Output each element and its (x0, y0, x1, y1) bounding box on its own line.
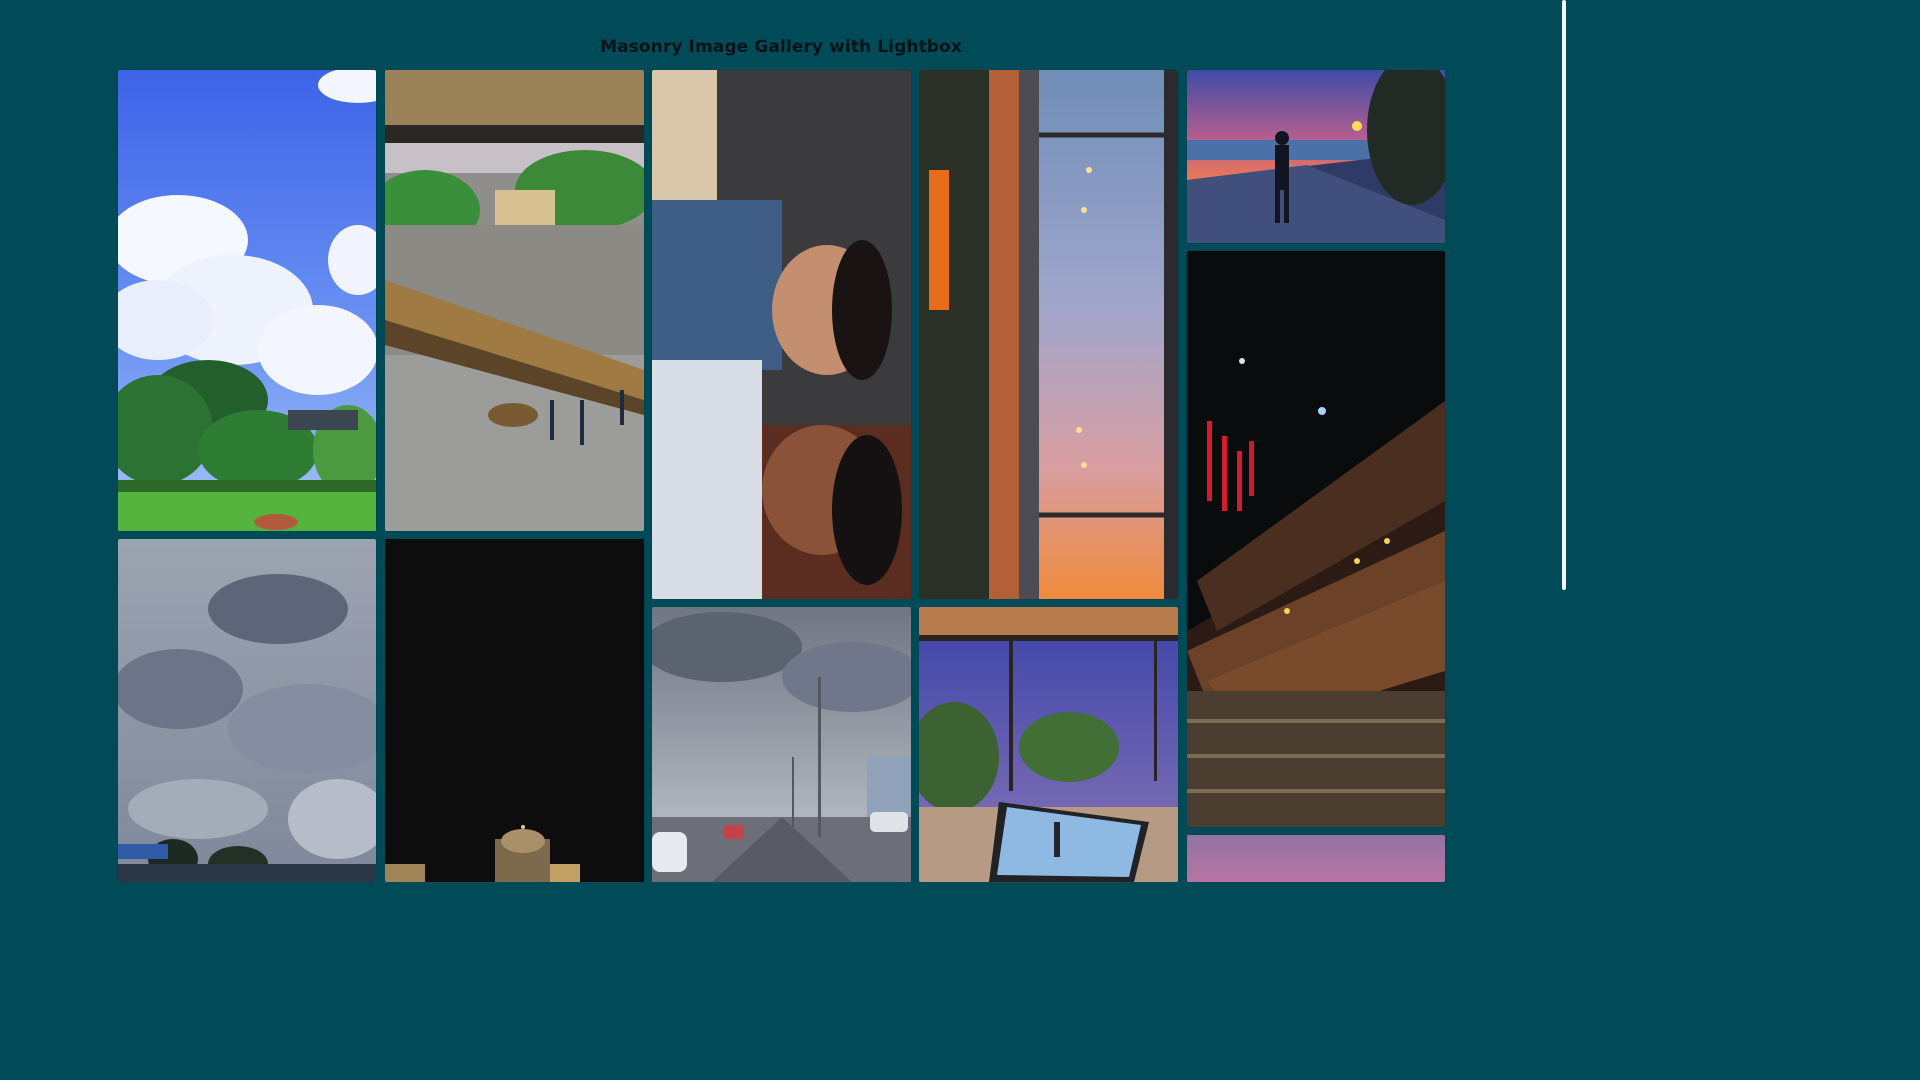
page-title: Masonry Image Gallery with Lightbox (600, 37, 962, 58)
gallery-page: Masonry Image Gallery with Lightbox (0, 0, 1568, 882)
photo-cinema-recliners-icon (1187, 251, 1445, 827)
photo-rooftop-laptop-evening-icon (919, 607, 1178, 882)
scrollbar-thumb[interactable] (1562, 0, 1566, 590)
gallery-photo-purple-sky-partial[interactable] (1187, 835, 1445, 882)
photo-highway-cloudy-icon (652, 607, 911, 882)
gallery-photo-sky-trees[interactable] (118, 70, 376, 531)
gallery-photo-selfie-two-people[interactable] (652, 70, 911, 599)
gallery-photo-cloudy-sky-crowd[interactable] (118, 539, 376, 882)
gallery-photo-highway-cloudy[interactable] (652, 607, 911, 882)
photo-sky-trees-icon (118, 70, 376, 531)
photo-selfie-two-people-icon (652, 70, 911, 599)
photo-silhouette-sunset-walk-icon (1187, 70, 1445, 243)
gallery-photo-rooftop-laptop-evening[interactable] (919, 607, 1178, 882)
photo-night-dome-building-icon (385, 539, 644, 882)
photo-purple-sky-partial-icon (1187, 835, 1445, 882)
gallery-photo-silhouette-sunset-walk[interactable] (1187, 70, 1445, 243)
gallery-photo-airplane-courtyard[interactable] (385, 70, 644, 531)
photo-cloudy-sky-crowd-icon (118, 539, 376, 882)
gallery-photo-sunset-lights-rotated[interactable] (919, 70, 1178, 599)
gallery-photo-night-dome-building[interactable] (385, 539, 644, 882)
page-scrollbar[interactable] (1561, 0, 1568, 590)
gallery-photo-cinema-recliners[interactable] (1187, 251, 1445, 827)
photo-sunset-lights-rotated-icon (919, 70, 1178, 599)
photo-airplane-courtyard-icon (385, 70, 644, 531)
